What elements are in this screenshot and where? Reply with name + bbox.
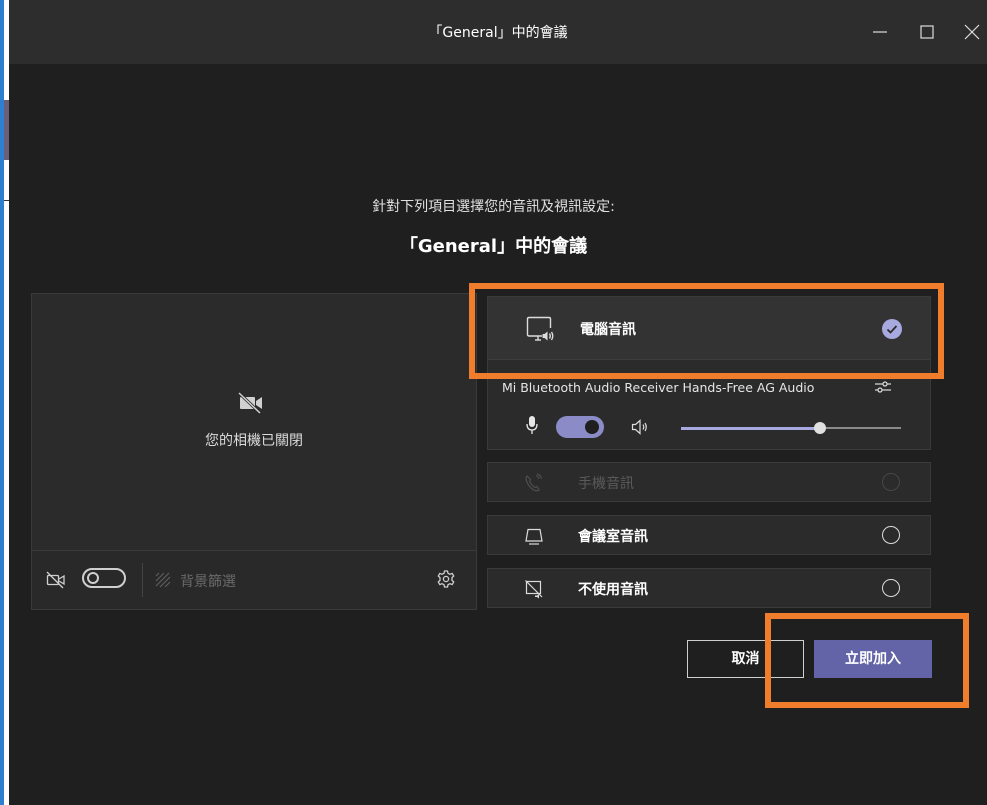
toggle-knob [585,420,599,434]
no-audio-label: 不使用音訊 [578,582,648,598]
camera-off-icon [237,391,265,415]
computer-audio-label: 電腦音訊 [580,322,636,338]
join-now-button[interactable]: 立即加入 [814,640,932,678]
speaker-icon [631,418,649,436]
minimize-icon[interactable] [864,16,896,48]
room-audio-icon [524,526,544,546]
phone-audio-option: 手機音訊 [487,462,931,502]
meeting-title: 「General」中的會議 [399,236,588,257]
camera-off-message: 您的相機已關閉 [205,433,303,449]
phone-icon [524,473,544,493]
volume-thumb[interactable] [813,422,826,434]
toolbar-divider [142,563,143,597]
background-window-mark [4,100,9,160]
background-filter-button[interactable]: 背景篩選 [180,571,236,591]
video-preview: 您的相機已關閉 [31,293,477,550]
check-icon [882,319,902,339]
video-toolbar: 背景篩選 [31,550,477,610]
settings-subtitle: 針對下列項目選擇您的音訊及視訊設定: [372,199,615,215]
title-bar: 「General」中的會議 [9,0,987,64]
window-title: 「General」中的會議 [428,25,568,41]
room-audio-radio[interactable] [882,526,900,544]
equalizer-icon[interactable] [873,377,893,397]
background-filter-icon [154,571,172,589]
room-audio-label: 會議室音訊 [578,529,648,545]
background-window-edge [0,0,9,805]
no-audio-radio[interactable] [882,579,900,597]
computer-audio-group: 電腦音訊 Mi Bluetooth Audio Receiver Hands-F… [487,296,931,450]
gear-icon[interactable] [436,569,456,589]
camera-off-icon [46,571,66,589]
no-audio-icon [524,579,544,599]
phone-audio-radio [882,473,900,491]
no-audio-option[interactable]: 不使用音訊 [487,568,931,608]
cancel-button[interactable]: 取消 [687,640,804,678]
phone-audio-label: 手機音訊 [578,476,634,492]
audio-device-name: Mi Bluetooth Audio Receiver Hands-Free A… [502,380,815,395]
computer-audio-option[interactable]: 電腦音訊 [488,297,930,360]
maximize-icon[interactable] [911,16,943,48]
computer-audio-icon [526,315,554,343]
microphone-toggle[interactable] [556,416,604,438]
camera-toggle[interactable] [82,568,126,588]
volume-fill [681,426,820,430]
room-audio-option[interactable]: 會議室音訊 [487,515,931,555]
toggle-knob [87,572,99,584]
microphone-icon [526,415,538,435]
close-icon[interactable] [956,16,987,48]
speaker-volume-slider[interactable] [681,422,901,434]
